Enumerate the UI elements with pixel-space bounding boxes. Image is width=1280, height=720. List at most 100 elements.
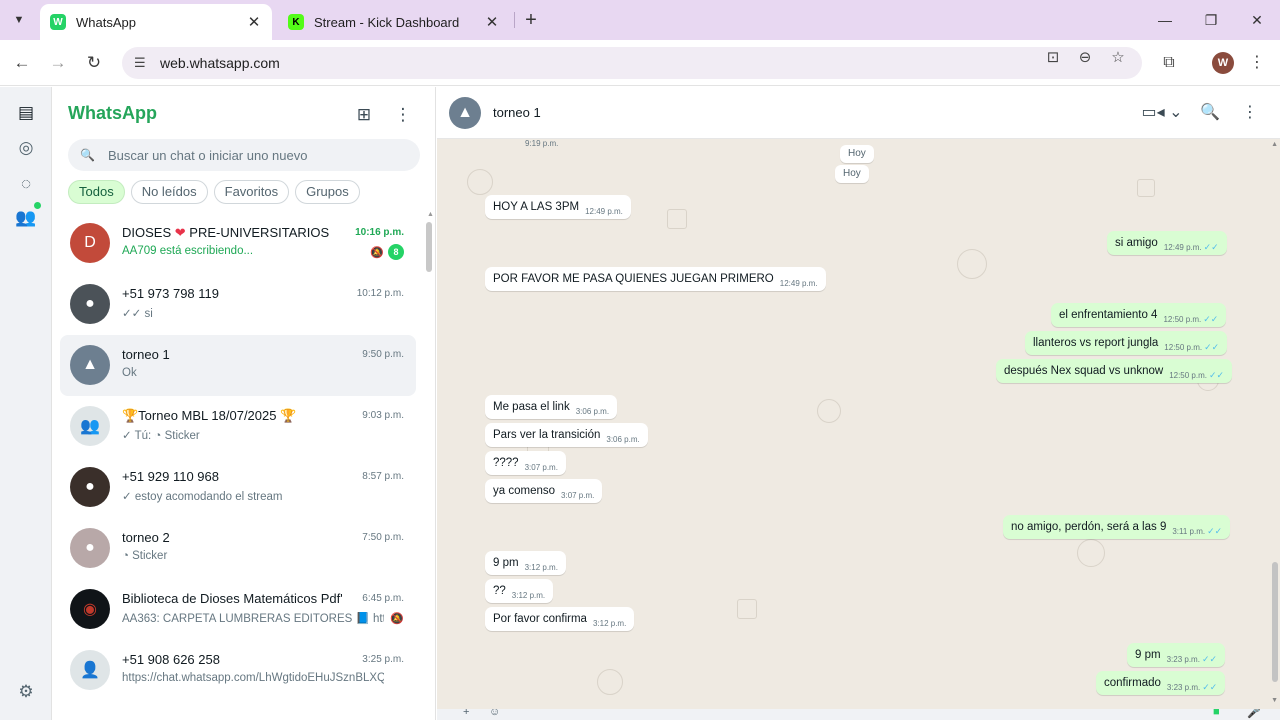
message-in[interactable]: POR FAVOR ME PASA QUIENES JUEGAN PRIMERO… xyxy=(485,267,826,291)
address-bar[interactable]: ☰ web.whatsapp.com xyxy=(122,47,1142,79)
message-in[interactable]: Por favor confirma 3:12 p.m. xyxy=(485,607,635,631)
search-icon: 🔍 xyxy=(80,148,95,162)
user-avatar-icon: 👤 xyxy=(70,650,110,690)
conversation-scrollbar[interactable] xyxy=(1272,562,1278,682)
search-input[interactable] xyxy=(108,147,408,163)
avatar: ● xyxy=(70,467,110,507)
message-out[interactable]: el enfrentamiento 4 12:50 p.m. ✓✓ xyxy=(1051,303,1227,327)
tab-title: Stream - Kick Dashboard xyxy=(314,14,460,30)
sticker-icon[interactable]: ■ xyxy=(1213,709,1220,718)
conversation-avatar[interactable]: ▲ xyxy=(449,97,481,129)
chat-preview: AA363: CARPETA LUMBRERAS EDITORES 📘 http… xyxy=(122,613,384,625)
message-time: 3:12 p.m. xyxy=(511,591,546,600)
message-out[interactable]: llanteros vs report jungla 12:50 p.m. ✓✓ xyxy=(1025,331,1228,355)
settings-gear-icon[interactable]: ⚙ xyxy=(14,680,38,704)
message-time: 3:12 p.m. xyxy=(592,619,627,628)
muted-bell-icon: 🔕 xyxy=(390,613,404,625)
video-call-icon[interactable]: ▭◂ ⌄ xyxy=(1141,101,1183,125)
filter-no-leidos[interactable]: No leídos xyxy=(130,180,208,204)
message-text: POR FAVOR ME PASA QUIENES JUEGAN PRIMERO xyxy=(493,273,774,285)
chat-time: 8:57 p.m. xyxy=(362,471,404,482)
forward-arrow-icon[interactable]: → xyxy=(46,51,70,75)
conversation-title[interactable]: torneo 1 xyxy=(493,105,541,120)
whatsapp-favicon-icon: W xyxy=(50,14,66,30)
conversation-header[interactable]: ▲ torneo 1 ▭◂ ⌄ 🔍 ⋮ xyxy=(437,87,1280,139)
chat-row[interactable]: ● +51 973 798 119 10:12 p.m. ✓✓ si xyxy=(60,274,416,335)
tab-whatsapp[interactable]: W WhatsApp ✕ xyxy=(40,4,272,40)
message-in[interactable]: ???? 3:07 p.m. xyxy=(485,451,566,475)
message-composer[interactable]: + ☺ ■ 🎤 xyxy=(437,709,1280,720)
scroll-up-arrow-icon[interactable]: ▲ xyxy=(1271,141,1278,148)
message-area[interactable]: 9:19 p.m. Hoy Hoy HOY A LAS 3PM 12:49 p.m… xyxy=(437,139,1280,720)
extensions-puzzle-icon[interactable]: ⧉ xyxy=(1158,52,1180,74)
chat-row[interactable]: ● +51 929 110 968 8:57 p.m. ✓ estoy acom… xyxy=(60,457,416,518)
message-text: llanteros vs report jungla xyxy=(1033,337,1159,349)
message-time: 3:07 p.m. xyxy=(561,491,595,500)
tab-search-chevron-icon[interactable]: ▼ xyxy=(8,9,30,31)
tab-kick-dashboard[interactable]: K Stream - Kick Dashboard ✕ xyxy=(278,4,510,40)
profile-avatar[interactable]: W xyxy=(1212,52,1234,74)
filter-grupos[interactable]: Grupos xyxy=(295,180,360,204)
message-time: 3:06 p.m. xyxy=(606,435,640,444)
message-time: 3:12 p.m. xyxy=(524,563,558,572)
sidebar-scrollbar[interactable] xyxy=(426,222,432,272)
conversation-menu-icon[interactable]: ⋮ xyxy=(1238,101,1262,125)
zoom-icon[interactable]: ⊖ xyxy=(1075,48,1095,68)
chat-row[interactable]: ◉ Biblioteca de Dioses Matemáticos Pdf's… xyxy=(60,579,416,640)
chat-row-dioses[interactable]: D DIOSES ❤ PRE-UNIVERSITARIOS 10:16 p.m.… xyxy=(60,213,416,274)
wallpaper-doodle xyxy=(597,669,623,695)
scroll-down-arrow-icon[interactable]: ▼ xyxy=(1271,697,1278,704)
message-out[interactable]: no amigo, perdón, será a las 9 3:11 p.m. ✓… xyxy=(1003,515,1231,539)
browser-menu-icon[interactable]: ⋮ xyxy=(1246,52,1268,74)
message-in[interactable]: Me pasa el link 3:06 p.m. xyxy=(485,395,618,419)
message-out[interactable]: 9 pm 3:23 p.m. ✓✓ xyxy=(1127,643,1226,667)
install-app-icon[interactable]: ⊡ xyxy=(1043,48,1063,68)
message-in[interactable]: ya comenso 3:07 p.m. xyxy=(485,479,603,503)
chats-icon[interactable]: ▤ xyxy=(14,101,38,125)
chat-row[interactable]: 👥 🏆Torneo MBL 18/07/2025 🏆 9:03 p.m. ✓ T… xyxy=(60,396,416,457)
communities-icon[interactable]: 👥 xyxy=(14,206,38,230)
search-messages-icon[interactable]: 🔍 xyxy=(1198,101,1222,125)
new-tab-button[interactable]: + xyxy=(520,8,542,32)
close-tab-icon[interactable]: ✕ xyxy=(246,13,262,31)
attach-plus-icon[interactable]: + xyxy=(463,709,469,718)
site-info-icon[interactable]: ☰ xyxy=(134,55,150,71)
back-arrow-icon[interactable]: ← xyxy=(10,51,34,75)
wallpaper-doodle xyxy=(467,169,493,195)
chat-preview: ✓ Tú: ◔ Sticker xyxy=(122,430,200,442)
message-text: Me pasa el link xyxy=(493,401,570,413)
sidebar-menu-icon[interactable]: ⋮ xyxy=(391,103,415,127)
close-tab-icon[interactable]: ✕ xyxy=(484,13,500,31)
chat-row[interactable]: 👤 +51 908 626 258 3:25 p.m. https://chat… xyxy=(60,640,416,701)
filter-todos[interactable]: Todos xyxy=(68,180,125,204)
read-ticks-icon: ✓✓ xyxy=(1204,342,1220,352)
scroll-up-arrow-icon[interactable]: ▲ xyxy=(427,211,434,218)
bookmark-star-icon[interactable]: ☆ xyxy=(1108,48,1128,68)
minimize-window-icon[interactable]: — xyxy=(1153,8,1177,32)
message-in[interactable]: Pars ver la transición 3:06 p.m. xyxy=(485,423,648,447)
message-out[interactable]: si amigo 12:49 p.m. ✓✓ xyxy=(1107,231,1227,255)
chat-row-torneo-2[interactable]: ● torneo 2 7:50 p.m. ◔ Sticker xyxy=(60,518,416,579)
emoji-icon[interactable]: ☺ xyxy=(489,709,500,718)
chat-time: 9:50 p.m. xyxy=(362,349,404,360)
chat-time: 10:16 p.m. xyxy=(355,227,404,238)
filter-favoritos[interactable]: Favoritos xyxy=(213,180,290,204)
restore-window-icon[interactable]: ❐ xyxy=(1199,8,1223,32)
message-out[interactable]: confirmado 3:23 p.m. ✓✓ xyxy=(1096,671,1226,695)
close-window-icon[interactable]: ✕ xyxy=(1245,8,1269,32)
earlier-message-time: 9:19 p.m. xyxy=(525,139,559,148)
reload-icon[interactable]: ↻ xyxy=(82,51,106,75)
message-in[interactable]: 9 pm 3:12 p.m. xyxy=(485,551,566,575)
read-ticks-icon: ✓✓ xyxy=(1201,654,1218,664)
message-text: ya comenso xyxy=(493,485,556,497)
new-chat-icon[interactable]: ⊞ xyxy=(352,103,376,127)
microphone-icon[interactable]: 🎤 xyxy=(1247,709,1261,719)
channels-icon[interactable]: ◌ xyxy=(14,172,38,196)
message-time: 3:11 p.m. xyxy=(1172,527,1206,536)
message-in[interactable]: ?? 3:12 p.m. xyxy=(485,579,554,603)
status-icon[interactable]: ◎ xyxy=(14,136,38,160)
message-in[interactable]: HOY A LAS 3PM 12:49 p.m. xyxy=(485,195,631,219)
chat-row-torneo-1[interactable]: ▲ torneo 1 9:50 p.m. Ok xyxy=(60,335,416,396)
message-text: no amigo, perdón, será a las 9 xyxy=(1011,521,1167,533)
message-out[interactable]: después Nex squad vs unknow 12:50 p.m. ✓✓ xyxy=(996,359,1233,383)
